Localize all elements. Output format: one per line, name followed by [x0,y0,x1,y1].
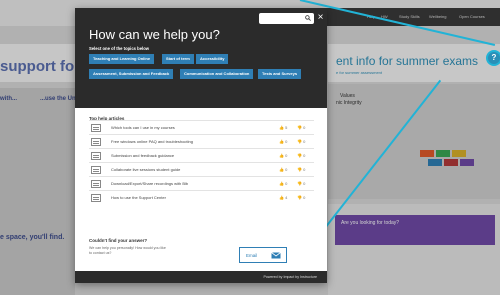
thumbs-up-icon[interactable]: 👍 0 [279,167,287,172]
thumbs-down-icon[interactable]: 👎 0 [297,167,305,172]
envelope-icon [271,252,281,259]
widget-title: How can we help you? [89,27,220,42]
article-icon [91,194,101,202]
article-row[interactable]: Collaborate live sessions student guide … [89,162,314,176]
thumbs-up-icon[interactable]: 👍 0 [279,153,287,158]
help-widget: × How can we help you? Select one of the… [75,8,327,283]
close-icon[interactable]: × [316,12,325,23]
topic-tests-surveys[interactable]: Tests and Surveys [258,69,302,79]
article-title[interactable]: Submission and feedback guidance [111,153,174,158]
thumbs-up-icon[interactable]: 👍 4 [279,195,287,200]
article-row[interactable]: Which tools can I use in my courses 👍 5 … [89,120,314,134]
article-icon [91,138,101,146]
article-row[interactable]: Free windows online PAQ and troubleshoot… [89,134,314,148]
thumbs-down-icon[interactable]: 👎 0 [297,181,305,186]
article-row[interactable]: Download/Export/Share recordings with Bl… [89,176,314,190]
topics-label: Select one of the topics below [89,46,150,51]
email-button[interactable]: Email [239,247,287,263]
article-title[interactable]: How to use the Support Center [111,195,166,200]
thumbs-up-icon[interactable]: 👍 0 [279,181,287,186]
cant-find-subtext: We can help you personally! How would yo… [89,246,166,255]
topic-accessibility[interactable]: Accessibility [196,54,229,64]
article-title[interactable]: Collaborate live sessions student guide [111,167,180,172]
thumbs-down-icon[interactable]: 👎 0 [297,153,305,158]
thumbs-down-icon[interactable]: 👎 0 [297,195,305,200]
help-fab-button[interactable]: ? [486,50,500,66]
topic-teaching-learning-online[interactable]: Teaching and Learning Online [89,54,155,64]
thumbs-down-icon[interactable]: 👎 0 [297,139,305,144]
article-icon [91,166,101,174]
article-title[interactable]: Free windows online PAQ and troubleshoot… [111,139,193,144]
article-icon [91,180,101,188]
article-row[interactable]: How to use the Support Center 👍 4 👎 0 [89,190,314,204]
search-input[interactable] [259,13,314,24]
article-title[interactable]: Download/Export/Share recordings with Bl… [111,181,188,186]
email-label: Email [246,253,258,258]
topic-start-of-term[interactable]: Start of term [162,54,194,64]
thumbs-up-icon[interactable]: 👍 5 [279,125,287,130]
powered-by-text: Powered by Impact by Instructure [263,275,317,279]
question-icon: ? [491,53,497,62]
topic-communication-collaboration[interactable]: Communication and Collaboration [180,69,254,79]
thumbs-down-icon[interactable]: 👎 0 [297,125,305,130]
widget-header: × How can we help you? Select one of the… [75,8,327,108]
article-icon [91,124,101,132]
article-row[interactable]: Submission and feedback guidance 👍 0 👎 0 [89,148,314,162]
widget-footer: Powered by Impact by Instructure [75,271,327,283]
thumbs-up-icon[interactable]: 👍 0 [279,139,287,144]
topic-assessment-submission-feedback[interactable]: Assessment, Submission and Feedback [89,69,174,79]
search-icon [305,15,311,21]
cant-find-heading: Couldn't find your answer? [89,238,148,243]
article-title[interactable]: Which tools can I use in my courses [111,125,175,130]
article-icon [91,152,101,160]
